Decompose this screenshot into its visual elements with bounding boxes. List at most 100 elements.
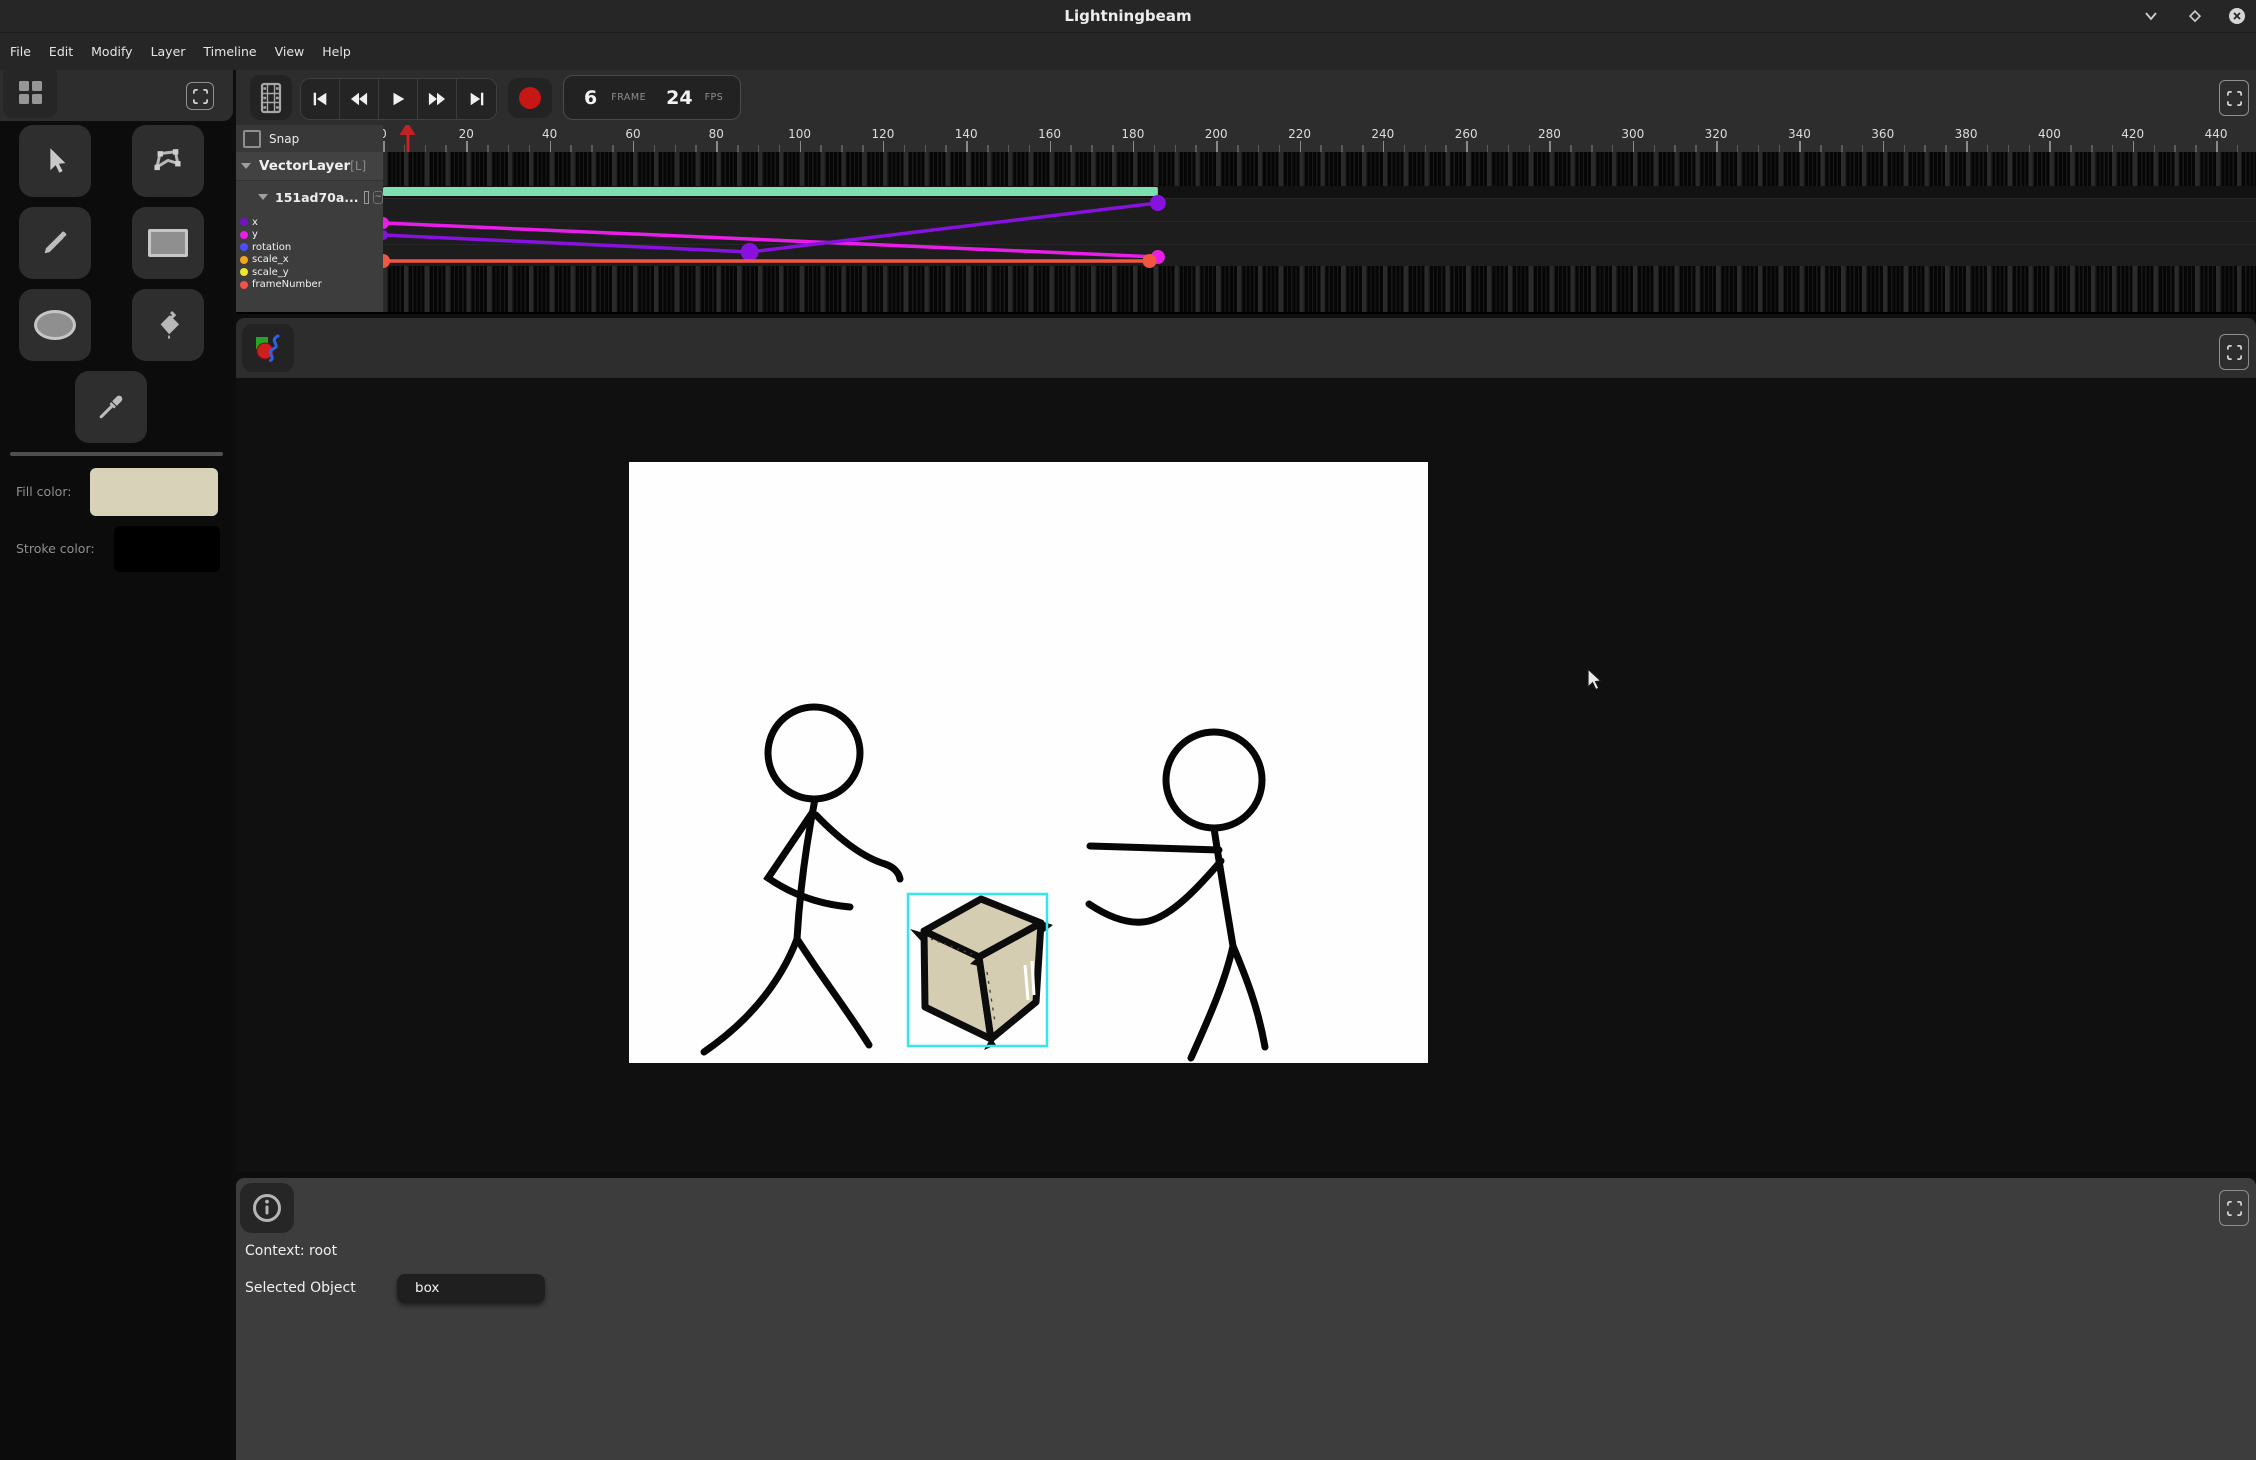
ruler-tick [1383, 141, 1385, 152]
menu-view[interactable]: View [266, 33, 314, 70]
layer-row-object[interactable]: 151ad70a... ~ [236, 185, 383, 209]
ruler-tick [925, 145, 927, 152]
keyframe-dot-x[interactable] [1150, 195, 1166, 211]
layer-visibility-button[interactable] [364, 191, 370, 204]
box-object [910, 899, 1053, 1050]
transform-tool-button[interactable] [132, 125, 204, 197]
snap-checkbox[interactable] [243, 130, 261, 148]
keyframe-dot-frameNumber[interactable] [383, 254, 390, 268]
fill-color-label: Fill color: [16, 468, 71, 516]
rectangle-tool-button[interactable] [132, 207, 204, 279]
property-color-dot [240, 281, 248, 289]
timeline-tracks[interactable] [383, 152, 2256, 312]
stage-body[interactable] [236, 378, 2256, 1172]
ruler-tick [1320, 145, 1322, 152]
ruler-tick [1820, 145, 1822, 152]
property-row-scale_y[interactable]: scale_y [236, 266, 383, 279]
pencil-icon [40, 228, 70, 258]
menu-layer[interactable]: Layer [142, 33, 195, 70]
ruler-tick [2070, 145, 2072, 152]
ruler-label: 0 [383, 127, 387, 141]
ruler-tick [1904, 145, 1906, 152]
record-button[interactable] [508, 78, 552, 118]
ruler-tick [2112, 145, 2114, 152]
inspector-expand-button[interactable] [2219, 1190, 2249, 1226]
skip-to-end-button[interactable] [457, 79, 496, 119]
snap-label: Snap [269, 132, 299, 146]
inspector-panel: Context: root Selected Object box [236, 1178, 2256, 1460]
ruler-tick [612, 145, 614, 152]
fast-forward-button[interactable] [418, 79, 457, 119]
eyedropper-tool-button[interactable] [75, 371, 147, 443]
property-color-dot [240, 231, 248, 239]
inspector-panel-button[interactable] [240, 1183, 294, 1233]
maximize-icon[interactable] [2184, 5, 2206, 27]
property-row-scale_x[interactable]: scale_x [236, 254, 383, 267]
playhead[interactable] [399, 125, 416, 152]
sublayer-name: 151ad70a... [275, 190, 359, 205]
ruler-tick [1112, 145, 1114, 152]
keyframe-dot-x[interactable] [741, 243, 759, 261]
selected-object-dropdown[interactable]: box [397, 1274, 545, 1303]
play-button[interactable] [379, 79, 418, 119]
drawing-canvas[interactable] [629, 462, 1428, 1063]
select-tool-button[interactable] [19, 125, 91, 197]
grid-icon [19, 81, 42, 104]
timeline-panel-button[interactable] [250, 75, 292, 120]
keyframe-dot-frameNumber[interactable] [1143, 254, 1157, 268]
menu-modify[interactable]: Modify [82, 33, 141, 70]
menu-edit[interactable]: Edit [40, 33, 82, 70]
skip-to-start-button[interactable] [301, 79, 340, 119]
ruler-tick [1466, 141, 1468, 152]
menu-timeline[interactable]: Timeline [194, 33, 265, 70]
ruler-tick [1529, 145, 1531, 152]
ruler-tick [1924, 145, 1926, 152]
stroke-color-swatch[interactable] [114, 526, 220, 572]
ruler-tick [591, 145, 593, 152]
ruler-label: 180 [1121, 127, 1144, 141]
ruler-tick [1279, 145, 1281, 152]
panel-grid-button[interactable] [3, 66, 57, 118]
property-row-x[interactable]: x [236, 216, 383, 229]
collapse-triangle-icon[interactable] [241, 163, 251, 169]
ruler-label: 80 [709, 127, 724, 141]
menu-file[interactable]: File [1, 33, 40, 70]
close-icon[interactable] [2226, 5, 2248, 27]
ruler-tick [841, 145, 843, 152]
collapse-triangle-icon[interactable] [258, 194, 268, 200]
fill-color-swatch[interactable] [90, 468, 218, 516]
ruler-label: 360 [1871, 127, 1894, 141]
tools-panel-header [0, 70, 233, 121]
property-row-y[interactable]: y [236, 229, 383, 242]
timeline-ruler[interactable]: 0204060801001201401601802002202402602803… [383, 125, 2256, 152]
paint-bucket-tool-button[interactable] [132, 289, 204, 361]
snap-row: Snap [236, 125, 383, 152]
ruler-tick [1654, 145, 1656, 152]
playback-controls [300, 78, 497, 120]
rewind-button[interactable] [340, 79, 379, 119]
layer-tween-button[interactable]: ~ [373, 191, 383, 204]
property-row-frameNumber[interactable]: frameNumber [236, 279, 383, 292]
fast-forward-icon [427, 90, 447, 108]
keyframe-dot-y[interactable] [383, 217, 389, 229]
layer-row-vectorlayer[interactable]: VectorLayer [L] [236, 152, 383, 181]
property-label: x [252, 217, 258, 228]
ruler-tick [2133, 141, 2135, 152]
lasso-nodes-icon [152, 145, 184, 177]
clip-duration-bar[interactable] [383, 187, 1158, 196]
info-icon [252, 1193, 282, 1223]
draw-tool-button[interactable] [19, 207, 91, 279]
ruler-tick [1966, 141, 1968, 152]
ruler-tick [1758, 145, 1760, 152]
ruler-tick [737, 145, 739, 152]
ellipse-tool-button[interactable] [19, 289, 91, 361]
tools-expand-button[interactable] [186, 82, 214, 110]
timeline-expand-button[interactable] [2219, 80, 2249, 116]
stage-expand-button[interactable] [2219, 334, 2249, 370]
ruler-tick [966, 141, 968, 152]
stage-panel-button[interactable] [242, 324, 294, 372]
keyframe-dot-x[interactable] [383, 230, 388, 240]
menu-help[interactable]: Help [313, 33, 360, 70]
minimize-icon[interactable] [2140, 5, 2162, 27]
property-row-rotation[interactable]: rotation [236, 241, 383, 254]
